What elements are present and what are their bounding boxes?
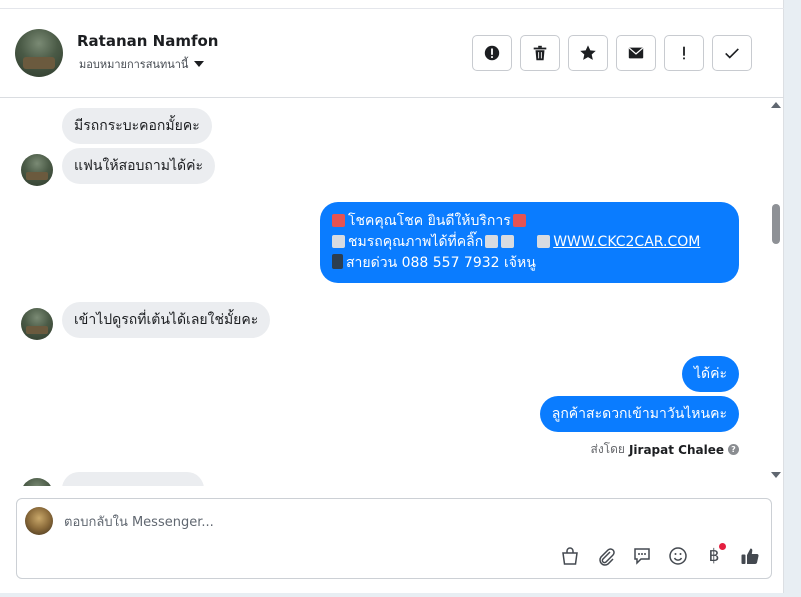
reply-composer: ฿ <box>16 498 772 579</box>
mark-unread-button[interactable] <box>616 35 656 71</box>
baht-icon: ฿ <box>708 546 720 566</box>
like-button[interactable] <box>739 545 761 567</box>
envelope-icon <box>512 214 526 227</box>
trash-icon <box>533 45 547 61</box>
contact-avatar-small <box>21 308 53 340</box>
notification-dot <box>719 543 726 550</box>
contact-avatar-small <box>21 478 53 486</box>
message-outgoing-promo[interactable]: โชคคุณโชค ยินดีให้บริการ ชมรถคุณภาพได้ที… <box>320 202 739 283</box>
sent-by-name[interactable]: Jirapat Chalee <box>629 443 724 457</box>
composer-tools: ฿ <box>559 543 761 567</box>
contact-avatar[interactable] <box>15 29 63 77</box>
message-incoming[interactable]: เข้าไปดูรถที่เต้นได้เลยใช่มั้ยคะ <box>62 302 271 338</box>
chevron-down-icon <box>194 61 205 67</box>
promo-link[interactable]: WWW.CKC2CAR.COM <box>553 234 700 250</box>
play-icon <box>332 235 345 248</box>
star-button[interactable] <box>568 35 608 71</box>
play-icon <box>537 235 551 248</box>
mark-done-button[interactable] <box>712 35 752 71</box>
header-actions <box>472 35 752 71</box>
message-incoming[interactable]: แฟนให้สอบถามได้ค่ะ <box>62 148 215 184</box>
contact-name[interactable]: Ratanan Namfon <box>77 32 218 50</box>
envelope-icon <box>332 214 345 227</box>
reply-input[interactable] <box>64 512 754 532</box>
star-icon <box>580 45 596 60</box>
chat-bubble-icon <box>634 548 650 565</box>
check-icon <box>725 48 739 59</box>
contact-avatar-small <box>21 154 53 186</box>
thumbs-up-icon <box>741 548 759 564</box>
saved-replies-button[interactable] <box>631 545 653 567</box>
down-arrow-icon <box>485 235 499 248</box>
sent-by-prefix: ส่งโดย <box>590 442 625 456</box>
scroll-up-arrow[interactable] <box>771 102 781 108</box>
scroll-down-arrow[interactable] <box>771 472 781 478</box>
page-avatar <box>25 507 53 535</box>
payment-button[interactable]: ฿ <box>703 543 726 567</box>
shop-button[interactable] <box>559 545 581 567</box>
promo-line-2: ชมรถคุณภาพได้ที่คลิ๊ก WWW.CKC2CAR.COM <box>332 232 727 253</box>
follow-up-button[interactable] <box>664 35 704 71</box>
scrollbar-thumb[interactable] <box>772 204 780 244</box>
promo-line-1: โชคคุณโชค ยินดีให้บริการ <box>332 211 727 232</box>
message-list[interactable]: มีรถกระบะคอกมั้ยคะ แฟนให้สอบถามได้ค่ะ โช… <box>0 98 784 486</box>
emoji-button[interactable] <box>667 545 689 567</box>
assign-label: มอบหมายการสนทนานี้ <box>79 58 189 71</box>
exclamation-icon <box>683 46 685 60</box>
help-icon[interactable]: ? <box>728 444 739 455</box>
spam-icon <box>484 45 500 61</box>
sent-by-label: ส่งโดย Jirapat Chalee ? <box>590 440 739 459</box>
conversation-header: Ratanan Namfon มอบหมายการสนทนานี้ <box>0 9 784 98</box>
promo-line-3: สายด่วน 088 557 7932 เจ้หนู <box>332 253 727 274</box>
conversation-panel: Ratanan Namfon มอบหมายการสนทนานี้ มีรถกร… <box>0 0 784 593</box>
phone-icon <box>332 254 343 269</box>
paperclip-icon <box>599 548 615 566</box>
message-incoming-partial[interactable] <box>62 472 204 486</box>
smiley-icon <box>669 547 687 565</box>
attach-button[interactable] <box>595 545 617 567</box>
delete-button[interactable] <box>520 35 560 71</box>
shopping-bag-icon <box>562 547 578 565</box>
assign-conversation-dropdown[interactable]: มอบหมายการสนทนานี้ <box>79 55 205 73</box>
mail-icon <box>628 47 644 59</box>
down-arrow-icon <box>501 235 515 248</box>
message-outgoing[interactable]: ลูกค้าสะดวกเข้ามาวันไหนคะ <box>539 396 739 432</box>
message-incoming[interactable]: มีรถกระบะคอกมั้ยคะ <box>62 108 212 144</box>
mark-spam-button[interactable] <box>472 35 512 71</box>
message-outgoing[interactable]: ได้ค่ะ <box>681 356 739 392</box>
